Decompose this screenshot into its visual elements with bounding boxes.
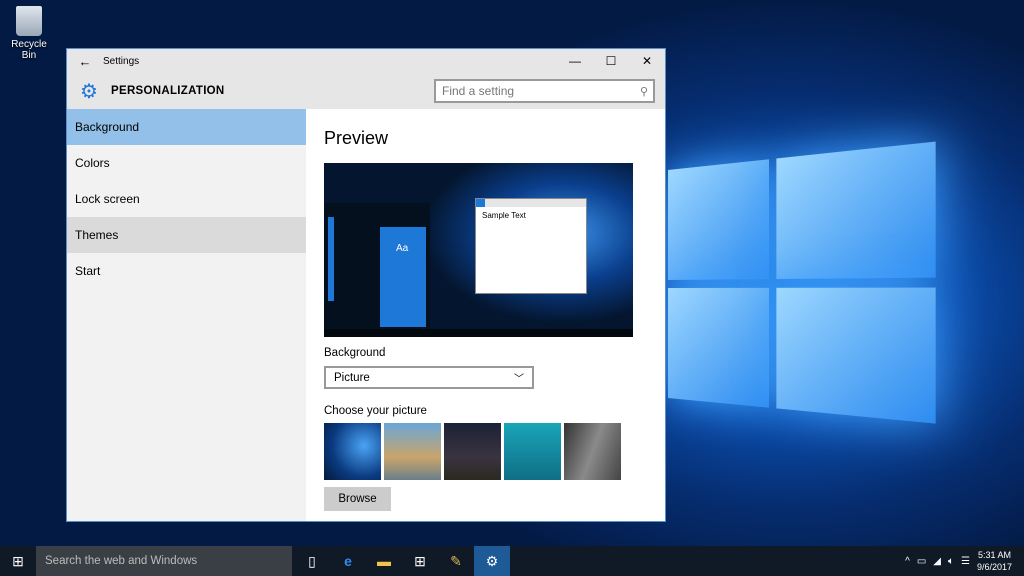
title-bar: ← Settings — ☐ ✕ — [67, 49, 665, 73]
store-icon[interactable]: ⊞ — [402, 546, 438, 576]
windows-start-icon[interactable]: ⊞ — [0, 546, 36, 576]
preview-image: Aa Sample Text — [324, 163, 633, 337]
settings-window: ← Settings — ☐ ✕ ⚙ PERSONALIZATION Find … — [66, 48, 666, 522]
browse-button[interactable]: Browse — [324, 487, 391, 511]
chevron-down-icon: ﹀ — [514, 370, 524, 385]
sidebar-item-lock-screen[interactable]: Lock screen — [67, 181, 306, 217]
minimize-button[interactable]: — — [557, 54, 593, 68]
edge-icon[interactable]: e — [330, 546, 366, 576]
taskbar: ⊞ Search the web and Windows ▯ e ▬ ⊞ ✎ ⚙… — [0, 546, 1024, 576]
window-title: Settings — [103, 56, 139, 67]
tile-text: Aa — [396, 243, 408, 254]
file-explorer-icon[interactable]: ▬ — [366, 546, 402, 576]
clock[interactable]: 5:31 AM 9/6/2017 — [977, 549, 1012, 573]
back-arrow-icon[interactable]: ← — [67, 54, 103, 69]
battery-icon[interactable]: ▭ — [917, 556, 926, 567]
background-dropdown[interactable]: Picture ﹀ — [324, 366, 534, 389]
picture-thumbnail[interactable] — [504, 423, 561, 480]
sidebar-item-themes[interactable]: Themes — [67, 217, 306, 253]
paint-icon[interactable]: ✎ — [438, 546, 474, 576]
recycle-bin[interactable]: Recycle Bin — [4, 6, 54, 61]
settings-taskbar-icon[interactable]: ⚙ — [474, 546, 510, 576]
sidebar: Background Colors Lock screen Themes Sta… — [67, 109, 306, 521]
task-view-icon[interactable]: ▯ — [294, 546, 330, 576]
sidebar-item-colors[interactable]: Colors — [67, 145, 306, 181]
network-icon[interactable]: ◢ — [933, 556, 941, 567]
chevron-up-icon[interactable]: ^ — [905, 556, 910, 567]
maximize-button[interactable]: ☐ — [593, 54, 629, 68]
search-input[interactable]: Find a setting ⚲ — [434, 79, 655, 103]
search-icon: ⚲ — [640, 85, 648, 98]
picture-thumbnail[interactable] — [444, 423, 501, 480]
close-button[interactable]: ✕ — [629, 54, 665, 68]
picture-thumbnail[interactable] — [384, 423, 441, 480]
action-center-icon[interactable]: ☰ — [961, 556, 970, 567]
picture-thumbnail[interactable] — [564, 423, 621, 480]
start-menu-preview: Aa — [324, 203, 430, 329]
page-title: PERSONALIZATION — [111, 85, 225, 97]
windows-logo-wallpaper — [668, 142, 936, 439]
background-label: Background — [324, 347, 665, 359]
picture-thumbnail[interactable] — [324, 423, 381, 480]
sidebar-item-background[interactable]: Background — [67, 109, 306, 145]
taskbar-search-input[interactable]: Search the web and Windows — [36, 546, 292, 576]
recycle-bin-icon — [16, 6, 42, 36]
sample-window: Sample Text — [475, 198, 587, 294]
preview-heading: Preview — [324, 128, 665, 149]
choose-picture-label: Choose your picture — [324, 405, 665, 417]
volume-icon[interactable]: 🔈︎ — [948, 556, 954, 567]
sidebar-item-start[interactable]: Start — [67, 253, 306, 289]
gear-icon: ⚙ — [67, 79, 111, 104]
